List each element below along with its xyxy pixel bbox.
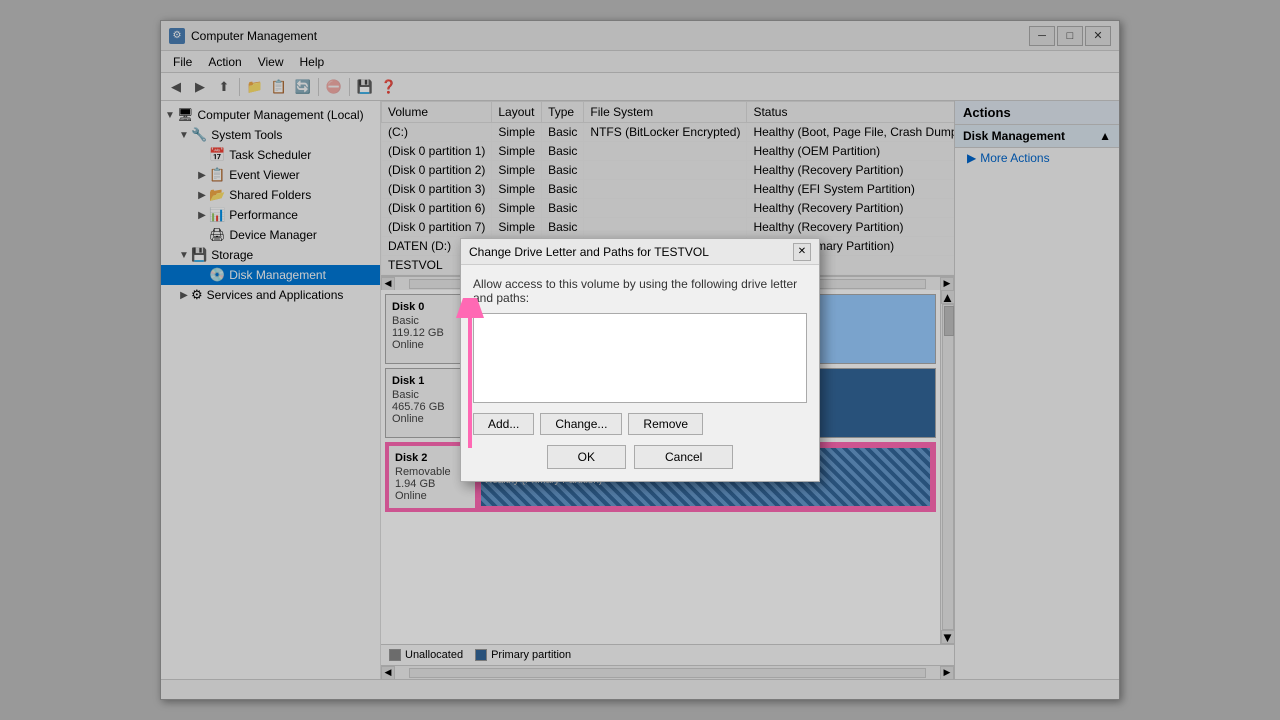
ok-button[interactable]: OK — [547, 445, 626, 469]
dialog-description: Allow access to this volume by using the… — [473, 277, 807, 305]
dialog-wrapper: Change Drive Letter and Paths for TESTVO… — [460, 238, 820, 482]
change-button[interactable]: Change... — [540, 413, 622, 435]
cancel-button[interactable]: Cancel — [634, 445, 733, 469]
dialog-title-bar: Change Drive Letter and Paths for TESTVO… — [461, 239, 819, 265]
dialog-close-button[interactable]: ✕ — [793, 243, 811, 261]
remove-button[interactable]: Remove — [628, 413, 703, 435]
add-button[interactable]: Add... — [473, 413, 534, 435]
dialog-title-text: Change Drive Letter and Paths for TESTVO… — [469, 245, 793, 259]
dialog-ok-cancel-buttons: OK Cancel — [473, 445, 807, 469]
dialog-overlay: Change Drive Letter and Paths for TESTVO… — [0, 0, 1280, 720]
dialog-body: Allow access to this volume by using the… — [461, 265, 819, 481]
change-drive-letter-dialog: Change Drive Letter and Paths for TESTVO… — [460, 238, 820, 482]
drive-letter-listbox[interactable] — [473, 313, 807, 403]
dialog-action-buttons: Add... Change... Remove — [473, 413, 807, 435]
